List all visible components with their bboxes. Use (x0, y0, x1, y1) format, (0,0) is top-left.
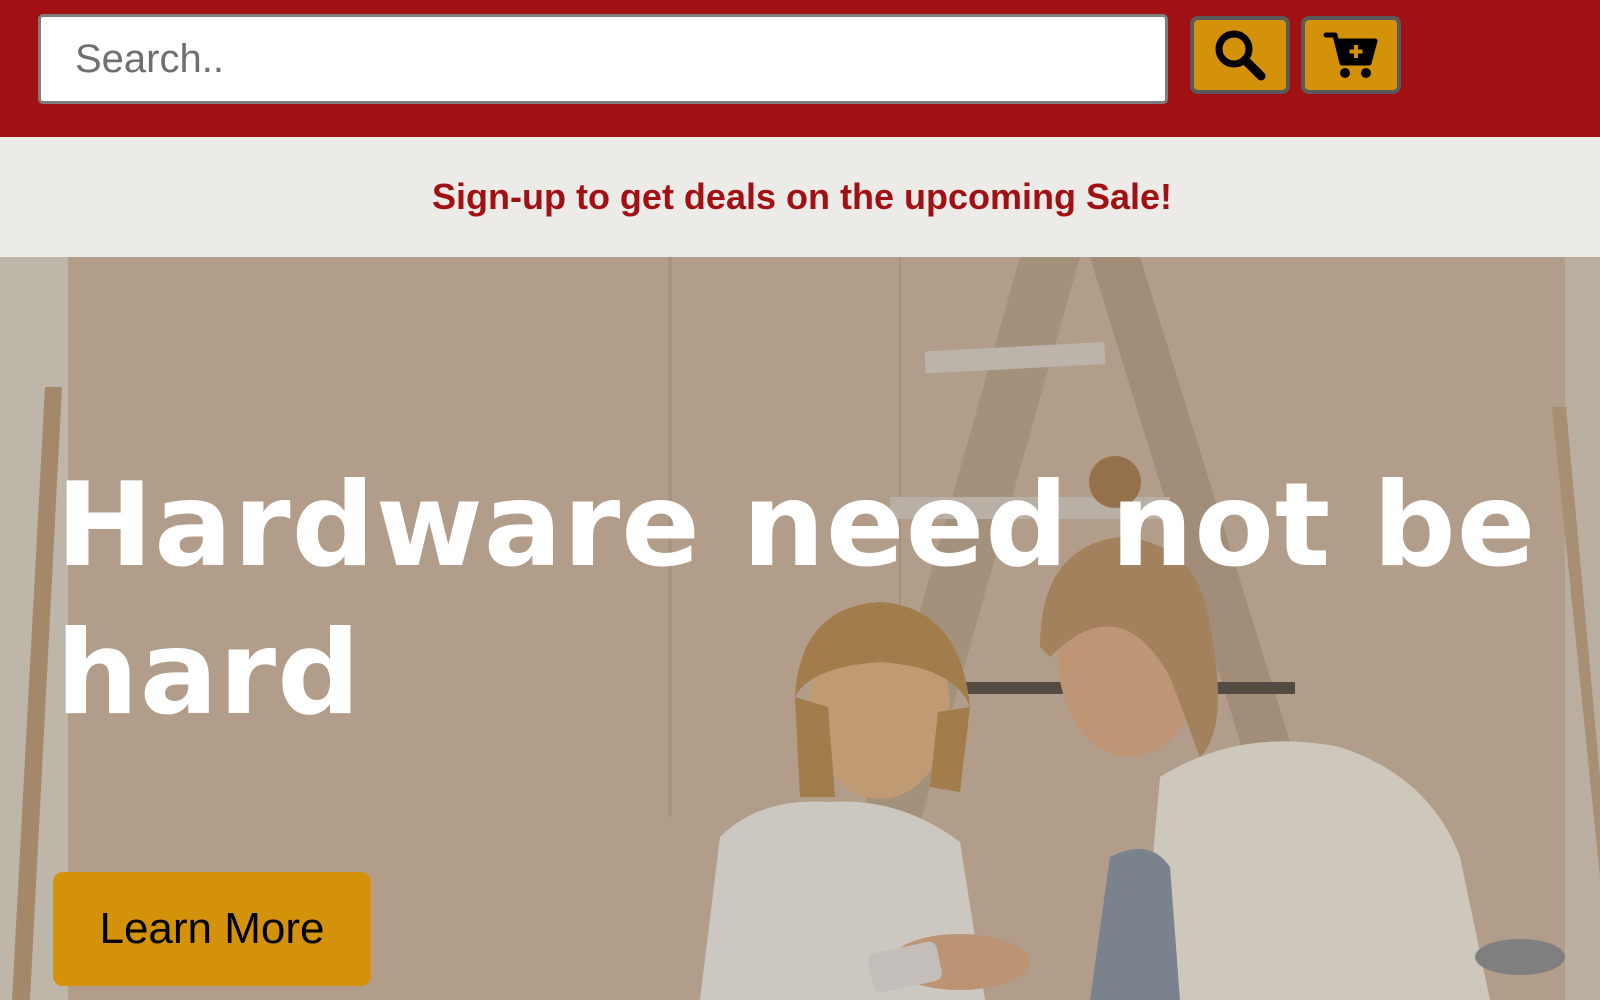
promo-banner: Sign-up to get deals on the upcoming Sal… (0, 137, 1600, 257)
page: Sign-up to get deals on the upcoming Sal… (0, 0, 1600, 1000)
search-input[interactable] (38, 14, 1168, 104)
signup-promo-link[interactable]: Sign-up to get deals on the upcoming Sal… (432, 176, 1172, 218)
header-bar (0, 0, 1600, 137)
hero-section: Hardware need not be hard Learn More (0, 257, 1600, 1000)
cart-add-icon (1323, 32, 1378, 78)
search-icon (1215, 30, 1266, 81)
learn-more-button[interactable]: Learn More (53, 872, 371, 986)
cart-button[interactable] (1301, 16, 1401, 94)
hero-title: Hardware need not be hard (56, 458, 1537, 741)
search-button[interactable] (1190, 16, 1290, 94)
